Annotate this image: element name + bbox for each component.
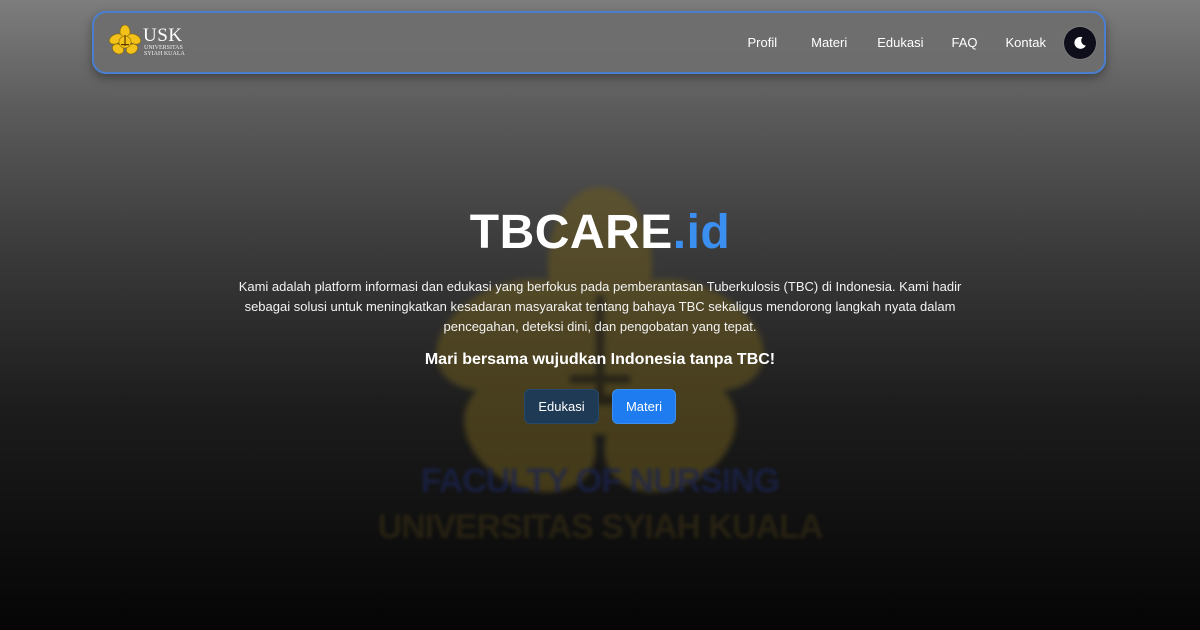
brand-logo[interactable]: USK UNIVERSITAS SYIAH KUALA: [108, 25, 188, 61]
nav-links: Profil Materi Edukasi FAQ Kontak: [748, 13, 1047, 72]
hero-description: Kami adalah platform informasi dan eduka…: [238, 279, 962, 334]
usk-flower-emblem-icon: [109, 25, 141, 55]
moon-icon: [1074, 36, 1086, 49]
brand-name: USK: [143, 25, 183, 46]
theme-toggle-button[interactable]: [1064, 27, 1096, 59]
materi-button[interactable]: Materi: [612, 389, 676, 424]
nav-link-kontak[interactable]: Kontak: [1006, 35, 1046, 50]
brand-subtitle-line2: SYIAH KUALA: [144, 51, 185, 57]
brand-subtitle: UNIVERSITAS SYIAH KUALA: [144, 45, 204, 57]
nav-link-edukasi[interactable]: Edukasi: [877, 35, 923, 50]
navbar: USK UNIVERSITAS SYIAH KUALA Profil Mater…: [92, 11, 1106, 74]
nav-link-profil[interactable]: Profil: [748, 35, 778, 50]
hero-tagline: Mari bersama wujudkan Indonesia tanpa TB…: [424, 351, 776, 368]
nav-link-materi[interactable]: Materi: [811, 35, 847, 50]
edukasi-button[interactable]: Edukasi: [524, 389, 599, 424]
hero-title-main: TBCARE: [469, 206, 673, 259]
background-faculty-text: FACULTY OF NURSING: [420, 462, 781, 500]
hero-title-accent: .id: [672, 206, 731, 259]
background-university-text: UNIVERSITAS SYIAH KUALA: [377, 508, 824, 546]
hero-title: TBCARE.id: [0, 205, 1200, 260]
nav-link-faq[interactable]: FAQ: [952, 35, 978, 50]
